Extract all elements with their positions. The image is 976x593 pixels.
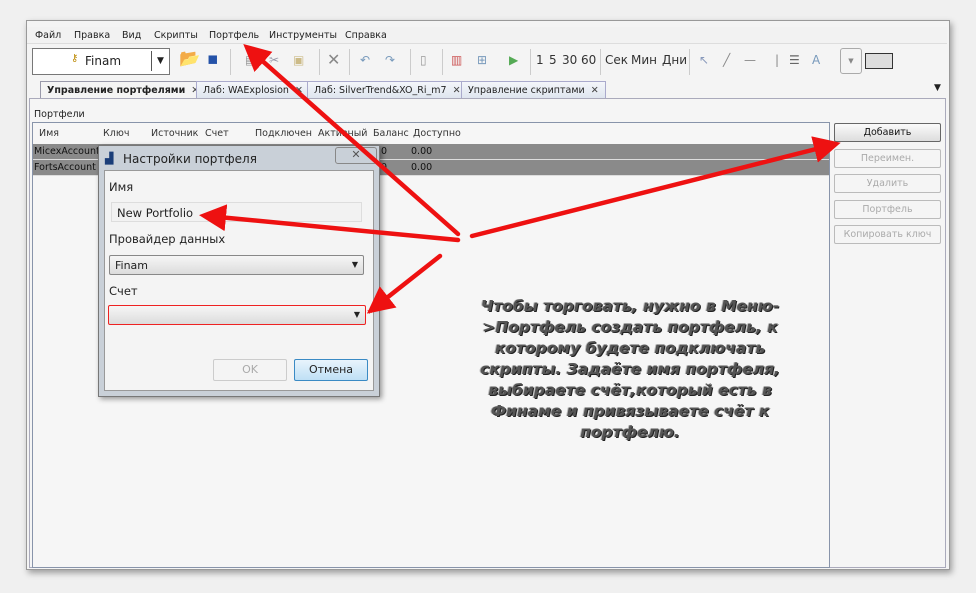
arrow-to-account-select (366, 253, 443, 314)
annotation-arrows (199, 44, 841, 314)
arrow-to-name-input (199, 204, 461, 243)
arrow-to-add-button (469, 136, 841, 239)
arrow-to-menu (243, 44, 461, 237)
